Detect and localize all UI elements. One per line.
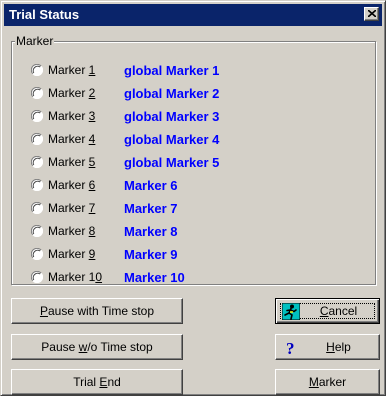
marker-button[interactable]: Marker [275, 369, 380, 395]
button-label-post: nd [107, 375, 121, 389]
marker-radio-label: Marker 1 [48, 63, 95, 78]
running-man-icon [282, 303, 300, 320]
close-button[interactable] [364, 7, 379, 21]
marker-radio-label: Marker 8 [48, 224, 95, 239]
marker-radio-label: Marker 4 [48, 132, 95, 147]
marker-radio-6[interactable]: Marker 6 Marker 6 [31, 177, 351, 195]
radio-label-accesskey: 5 [88, 155, 96, 169]
radio-label-accesskey: 3 [88, 109, 96, 123]
marker-name-label: Marker 8 [124, 224, 178, 239]
trial-end-button[interactable]: Trial End [11, 369, 183, 395]
radio-circle-icon [31, 271, 43, 283]
marker-name-label: global Marker 1 [124, 63, 220, 78]
radio-circle-icon [31, 110, 43, 122]
marker-name-label: Marker 9 [124, 247, 178, 262]
pause-with-time-stop-button[interactable]: Pause with Time stop [11, 298, 183, 324]
marker-radio-3[interactable]: Marker 3 global Marker 3 [31, 108, 351, 126]
button-label-accesskey: H [326, 340, 335, 354]
button-label-pre: Pause [41, 340, 79, 354]
marker-name-label: global Marker 5 [124, 155, 220, 170]
radio-label-pre: Marker [48, 86, 89, 100]
question-mark-icon: ? [286, 339, 295, 356]
marker-radio-10[interactable]: Marker 10 Marker 10 [31, 269, 351, 287]
button-label-pre: Trial [73, 375, 100, 389]
marker-radio-1[interactable]: Marker 1 global Marker 1 [31, 62, 351, 80]
marker-group-label: Marker [15, 34, 55, 48]
trial-status-dialog: Trial Status Marker Marker 1 global Marke… [0, 0, 386, 396]
marker-radio-4[interactable]: Marker 4 global Marker 4 [31, 131, 351, 149]
marker-name-label: global Marker 2 [124, 86, 220, 101]
marker-radio-label: Marker 2 [48, 86, 95, 101]
marker-radio-label: Marker 7 [48, 201, 95, 216]
marker-name-label: Marker 7 [124, 201, 178, 216]
marker-radio-label: Marker 3 [48, 109, 95, 124]
marker-radio-label: Marker 5 [48, 155, 95, 170]
radio-label-accesskey: 8 [88, 224, 96, 238]
pause-without-time-stop-button[interactable]: Pause w/o Time stop [11, 334, 183, 360]
radio-circle-icon [31, 225, 43, 237]
marker-radio-5[interactable]: Marker 5 global Marker 5 [31, 154, 351, 172]
radio-label-accesskey: 4 [88, 132, 96, 146]
marker-name-label: Marker 6 [124, 178, 178, 193]
radio-label-accesskey: 1 [88, 63, 96, 77]
marker-name-label: Marker 10 [124, 270, 185, 285]
radio-circle-icon [31, 156, 43, 168]
radio-label-pre: Marker [48, 224, 89, 238]
close-icon [368, 10, 376, 17]
marker-radio-8[interactable]: Marker 8 Marker 8 [31, 223, 351, 241]
radio-label-accesskey: 0 [95, 270, 103, 284]
radio-label-accesskey: 9 [88, 247, 96, 261]
button-label-accesskey: M [308, 375, 319, 389]
help-button[interactable]: ? Help [275, 334, 380, 360]
window-title: Trial Status [9, 7, 80, 22]
radio-label-accesskey: 2 [88, 86, 96, 100]
marker-radio-7[interactable]: Marker 7 Marker 7 [31, 200, 351, 218]
title-bar[interactable]: Trial Status [4, 4, 382, 26]
radio-circle-icon [31, 87, 43, 99]
marker-radio-label: Marker 9 [48, 247, 95, 262]
button-label-post: /o Time stop [87, 340, 153, 354]
button-label-post: ause with Time stop [47, 304, 155, 318]
radio-label-accesskey: 7 [88, 201, 96, 215]
marker-radio-label: Marker 10 [48, 270, 102, 285]
radio-circle-icon [31, 133, 43, 145]
radio-label-pre: Marker [48, 178, 89, 192]
radio-circle-icon [31, 179, 43, 191]
button-label-accesskey: P [39, 304, 48, 318]
radio-label-pre: Marker [48, 201, 89, 215]
button-label-post: elp [334, 340, 351, 354]
radio-label-pre: Marker 1 [48, 270, 96, 284]
marker-radio-9[interactable]: Marker 9 Marker 9 [31, 246, 351, 264]
marker-radio-2[interactable]: Marker 2 global Marker 2 [31, 85, 351, 103]
marker-name-label: global Marker 4 [124, 132, 220, 147]
marker-name-label: global Marker 3 [124, 109, 220, 124]
radio-label-pre: Marker [48, 109, 89, 123]
svg-text:?: ? [286, 339, 295, 356]
button-label-post: arker [318, 375, 347, 389]
radio-label-pre: Marker [48, 132, 89, 146]
cancel-button[interactable]: Cancel [275, 298, 380, 324]
radio-label-pre: Marker [48, 63, 89, 77]
radio-circle-icon [31, 64, 43, 76]
marker-radio-label: Marker 6 [48, 178, 95, 193]
radio-circle-icon [31, 248, 43, 260]
radio-circle-icon [31, 202, 43, 214]
radio-label-pre: Marker [48, 155, 89, 169]
radio-label-accesskey: 6 [88, 178, 96, 192]
radio-label-pre: Marker [48, 247, 89, 261]
